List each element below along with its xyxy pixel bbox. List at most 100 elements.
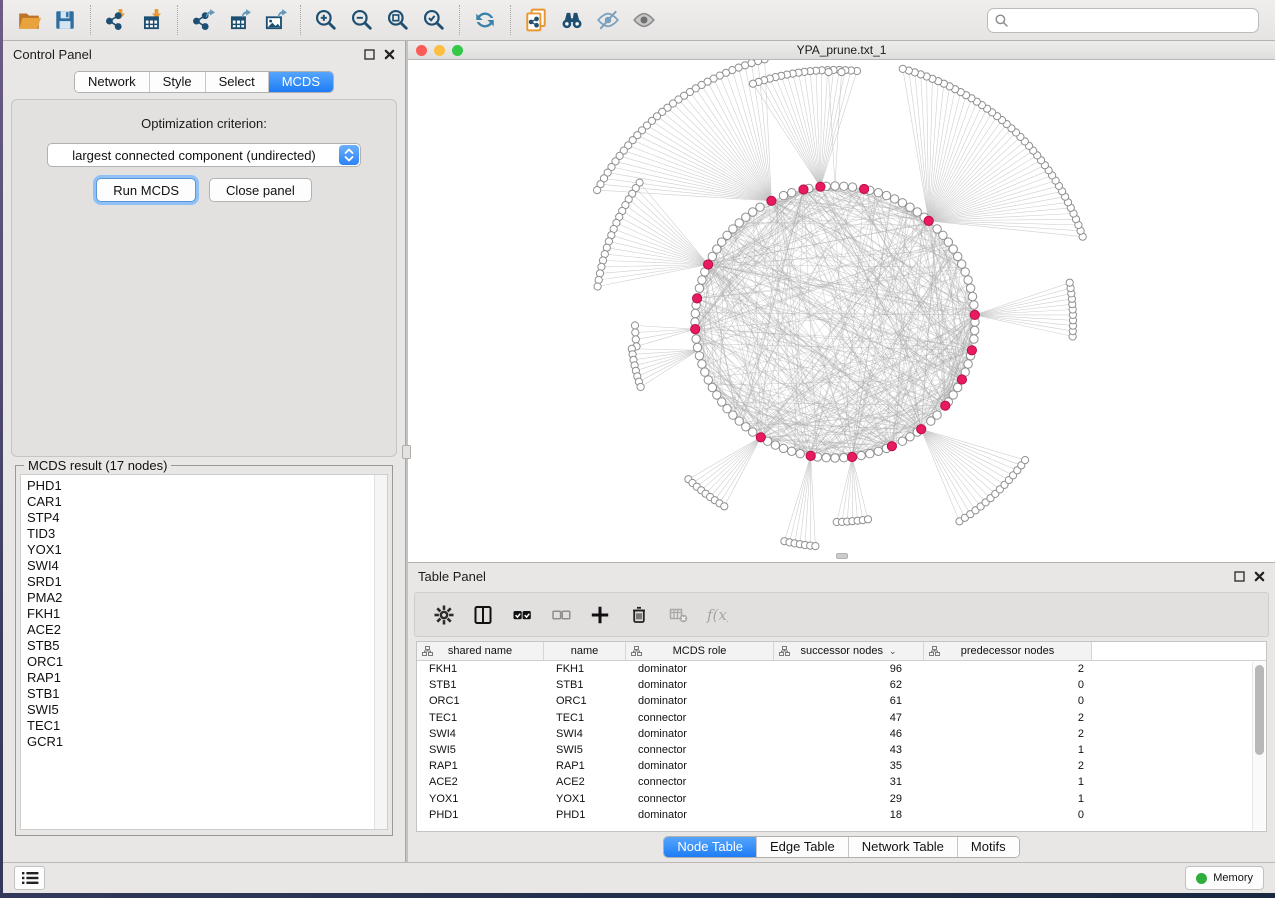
cell-shared-name[interactable]: STB1 [417, 679, 544, 691]
criterion-select[interactable]: largest connected component (undirected) [47, 143, 361, 167]
cell-name[interactable]: SWI5 [544, 744, 626, 756]
cell-name[interactable]: SWI4 [544, 728, 626, 740]
clone-network-button[interactable] [518, 4, 554, 36]
table-row-orc1[interactable]: ORC1ORC1dominator610 [417, 693, 1266, 709]
table-row-tec1[interactable]: TEC1TEC1connector472 [417, 710, 1266, 726]
table-row-rap1[interactable]: RAP1RAP1dominator352 [417, 758, 1266, 774]
splitter-grip[interactable] [402, 445, 411, 459]
cell-name[interactable]: TEC1 [544, 712, 626, 724]
mcds-result-item[interactable]: PMA2 [27, 590, 387, 606]
add-column-button[interactable] [585, 600, 615, 630]
cell-successor-nodes[interactable]: 96 [774, 663, 924, 675]
zoom-selected-button[interactable] [416, 4, 452, 36]
mcds-result-item[interactable]: SRD1 [27, 574, 387, 590]
cell-mcds-role[interactable]: dominator [626, 728, 774, 740]
cell-name[interactable]: FKH1 [544, 663, 626, 675]
delete-column-button[interactable] [624, 600, 654, 630]
column-header-mcds-role[interactable]: MCDS role [626, 642, 774, 660]
tab-network[interactable]: Network [75, 72, 150, 92]
cell-shared-name[interactable]: YOX1 [417, 793, 544, 805]
mcds-result-item[interactable]: TID3 [27, 526, 387, 542]
table-row-swi5[interactable]: SWI5SWI5connector431 [417, 742, 1266, 758]
cell-successor-nodes[interactable]: 46 [774, 728, 924, 740]
mcds-result-item[interactable]: CAR1 [27, 494, 387, 510]
mcds-result-item[interactable]: STB5 [27, 638, 387, 654]
tab-edge-table[interactable]: Edge Table [757, 837, 849, 857]
node-table[interactable]: shared namenameMCDS rolesuccessor nodes⌄… [416, 641, 1267, 832]
mcds-result-list[interactable]: PHD1CAR1STP4TID3YOX1SWI4SRD1PMA2FKH1ACE2… [20, 474, 388, 830]
mcds-result-item[interactable]: ACE2 [27, 622, 387, 638]
cell-mcds-role[interactable]: connector [626, 744, 774, 756]
cell-shared-name[interactable]: ACE2 [417, 776, 544, 788]
zoom-out-button[interactable] [344, 4, 380, 36]
table-row-yox1[interactable]: YOX1YOX1connector291 [417, 791, 1266, 807]
mcds-result-item[interactable]: PHD1 [27, 478, 387, 494]
cell-predecessor-nodes[interactable]: 0 [924, 679, 1092, 691]
tab-motifs[interactable]: Motifs [958, 837, 1019, 857]
window-minimize-button[interactable] [434, 45, 445, 56]
table-scrollbar-thumb[interactable] [1255, 665, 1264, 755]
cell-predecessor-nodes[interactable]: 2 [924, 760, 1092, 772]
cell-mcds-role[interactable]: dominator [626, 679, 774, 691]
close-panel-button[interactable]: Close panel [209, 178, 312, 202]
cell-predecessor-nodes[interactable]: 2 [924, 712, 1092, 724]
binoculars-button[interactable] [554, 4, 590, 36]
cell-successor-nodes[interactable]: 43 [774, 744, 924, 756]
cell-predecessor-nodes[interactable]: 2 [924, 663, 1092, 675]
cell-successor-nodes[interactable]: 18 [774, 809, 924, 821]
table-row-swi4[interactable]: SWI4SWI4dominator462 [417, 726, 1266, 742]
table-row-stb1[interactable]: STB1STB1dominator620 [417, 677, 1266, 693]
column-header-shared-name[interactable]: shared name [417, 642, 544, 660]
settings-button[interactable] [429, 600, 459, 630]
float-panel-icon[interactable] [364, 49, 375, 60]
column-header-name[interactable]: name [544, 642, 626, 660]
float-table-panel-icon[interactable] [1234, 571, 1245, 582]
cell-successor-nodes[interactable]: 62 [774, 679, 924, 691]
table-row-fkh1[interactable]: FKH1FKH1dominator962 [417, 661, 1266, 677]
import-table-button[interactable] [134, 4, 170, 36]
mcds-result-item[interactable]: YOX1 [27, 542, 387, 558]
save-button[interactable] [47, 4, 83, 36]
search-box[interactable] [987, 8, 1259, 33]
network-splitter-grip[interactable] [836, 553, 848, 559]
eye-button[interactable] [626, 4, 662, 36]
cell-shared-name[interactable]: RAP1 [417, 760, 544, 772]
close-table-panel-icon[interactable] [1254, 571, 1265, 582]
panel-menu-button[interactable] [14, 866, 45, 890]
cell-mcds-role[interactable]: dominator [626, 760, 774, 772]
search-input[interactable] [1013, 12, 1251, 28]
eye-slash-button[interactable] [590, 4, 626, 36]
cell-name[interactable]: YOX1 [544, 793, 626, 805]
cell-name[interactable]: STB1 [544, 679, 626, 691]
deselect-all-button[interactable] [546, 600, 576, 630]
panel-splitter[interactable] [405, 41, 408, 862]
mcds-result-item[interactable]: TEC1 [27, 718, 387, 734]
cell-mcds-role[interactable]: dominator [626, 663, 774, 675]
cell-predecessor-nodes[interactable]: 0 [924, 809, 1092, 821]
cell-mcds-role[interactable]: connector [626, 712, 774, 724]
cell-mcds-role[interactable]: dominator [626, 695, 774, 707]
cell-shared-name[interactable]: TEC1 [417, 712, 544, 724]
mcds-list-scrollbar[interactable] [374, 475, 387, 829]
cell-mcds-role[interactable]: dominator [626, 809, 774, 821]
column-header-predecessor-nodes[interactable]: predecessor nodes [924, 642, 1092, 660]
network-canvas[interactable] [408, 60, 1275, 562]
refresh-button[interactable] [467, 4, 503, 36]
mcds-result-item[interactable]: RAP1 [27, 670, 387, 686]
cell-successor-nodes[interactable]: 31 [774, 776, 924, 788]
cell-successor-nodes[interactable]: 29 [774, 793, 924, 805]
mcds-result-item[interactable]: SWI5 [27, 702, 387, 718]
window-close-button[interactable] [416, 45, 427, 56]
cell-shared-name[interactable]: SWI4 [417, 728, 544, 740]
cell-predecessor-nodes[interactable]: 2 [924, 728, 1092, 740]
tab-select[interactable]: Select [206, 72, 269, 92]
mcds-result-item[interactable]: GCR1 [27, 734, 387, 750]
close-panel-icon[interactable] [384, 49, 395, 60]
cell-mcds-role[interactable]: connector [626, 793, 774, 805]
zoom-fit-button[interactable] [380, 4, 416, 36]
split-view-button[interactable] [468, 600, 498, 630]
cell-successor-nodes[interactable]: 35 [774, 760, 924, 772]
import-network-button[interactable] [98, 4, 134, 36]
table-row-phd1[interactable]: PHD1PHD1dominator180 [417, 807, 1266, 823]
network-graph[interactable] [408, 60, 1275, 562]
